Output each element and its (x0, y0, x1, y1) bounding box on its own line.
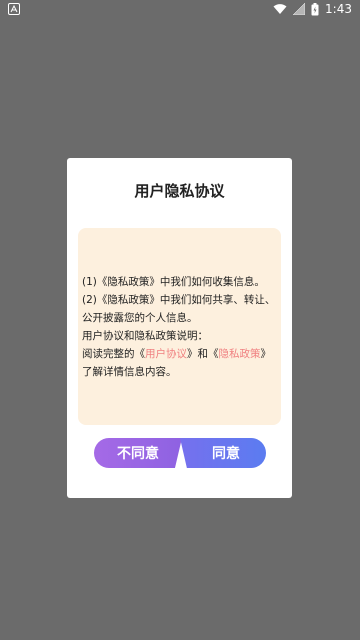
status-bar: 1:43 (0, 0, 360, 20)
disagree-button[interactable]: 不同意 (94, 438, 182, 468)
agreement-line-3: 用户协议和隐私政策说明： (82, 330, 208, 342)
line4-middle: 》和《 (187, 348, 219, 360)
dialog-title: 用户隐私协议 (134, 182, 225, 200)
privacy-agreement-dialog: 用户隐私协议 (1)《隐私政策》中我们如何收集信息。 (2)《隐私政策》中我们如… (67, 158, 292, 498)
privacy-policy-link[interactable]: 隐私政策 (219, 348, 261, 360)
agreement-content-box: (1)《隐私政策》中我们如何收集信息。 (2)《隐私政策》中我们如何共享、转让、… (78, 228, 281, 425)
agreement-line-2: (2)《隐私政策》中我们如何共享、转让、公开披露您的个人信息。 (82, 294, 276, 324)
dialog-button-row: 不同意 同意 (94, 438, 266, 468)
user-agreement-link[interactable]: 用户协议 (145, 348, 187, 360)
battery-icon (311, 2, 319, 15)
line4-prefix: 阅读完整的《 (82, 348, 145, 360)
agree-button[interactable]: 同意 (180, 438, 266, 468)
app-notification-icon (8, 3, 20, 15)
agreement-line-1: (1)《隐私政策》中我们如何收集信息。 (82, 276, 265, 288)
signal-icon (293, 3, 306, 15)
agreement-text: (1)《隐私政策》中我们如何收集信息。 (2)《隐私政策》中我们如何共享、转让、… (82, 273, 279, 381)
wifi-icon (273, 4, 287, 14)
status-time: 1:43 (325, 2, 352, 16)
agreement-line-4: 阅读完整的《用户协议》和《隐私政策》了解详情信息内容。 (82, 345, 279, 381)
